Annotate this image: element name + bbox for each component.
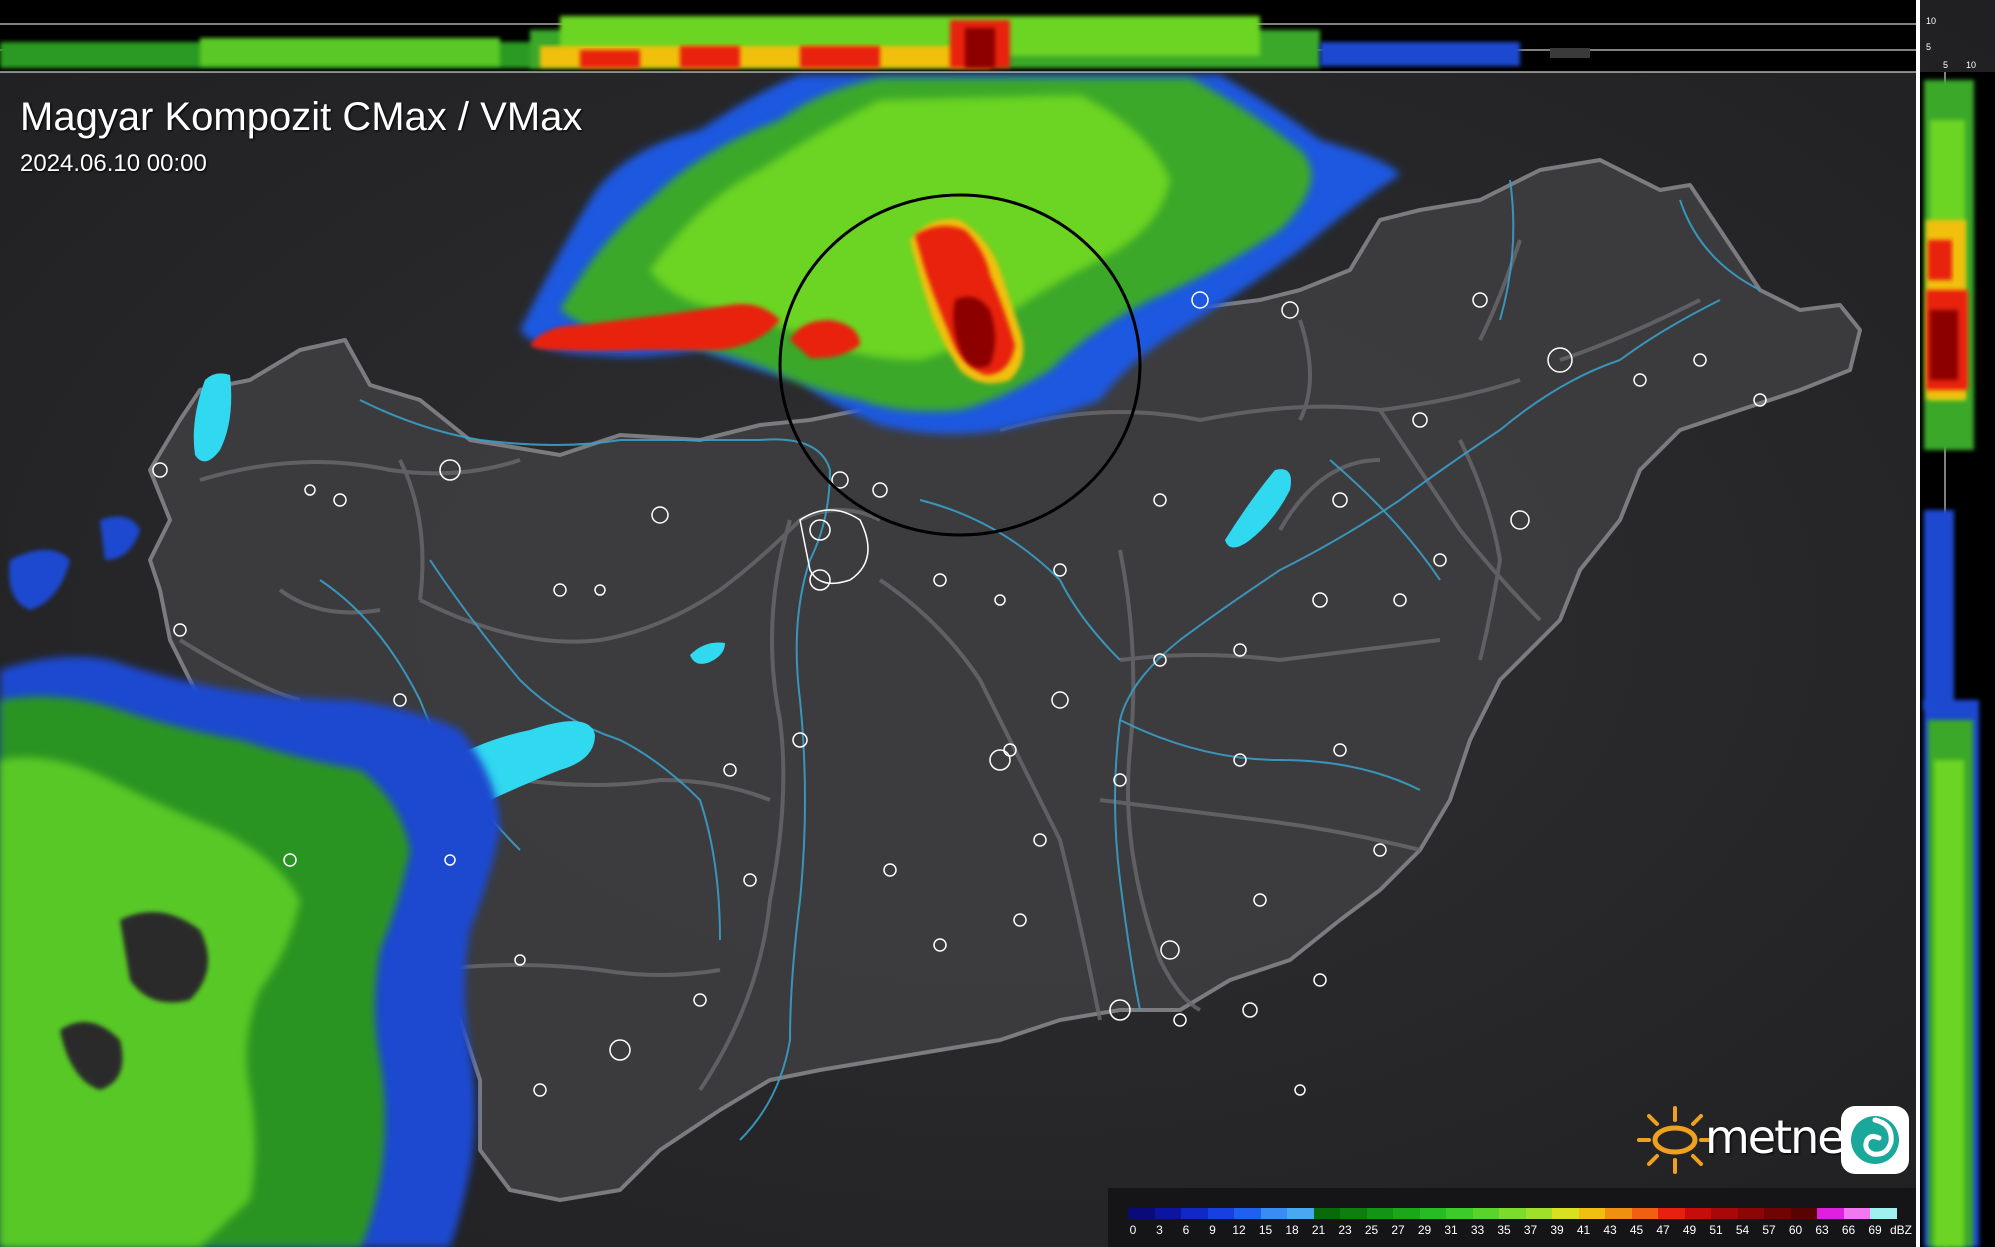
legend-swatch [1552, 1208, 1579, 1219]
reflectivity-legend: 0 3 6 9 12 15 18 21 23 25 27 29 31 33 35 37 39 41 43 45 47 49… [1108, 1188, 1916, 1247]
side-axis-tick-10: 10 [1966, 60, 1977, 70]
legend-swatch [1684, 1208, 1711, 1219]
right-profile-strip [1920, 72, 1995, 1247]
sun-icon [1637, 1106, 1713, 1174]
legend-label: 43 [1603, 1223, 1617, 1237]
legend-swatch [1207, 1208, 1234, 1219]
legend-label: 18 [1285, 1223, 1299, 1237]
legend-label: 45 [1629, 1223, 1644, 1237]
legend-label: 29 [1417, 1223, 1432, 1237]
legend-label: 37 [1523, 1223, 1538, 1237]
legend-swatch [1817, 1208, 1844, 1219]
legend-label: 21 [1311, 1223, 1326, 1237]
legend-label: 15 [1258, 1223, 1273, 1237]
legend-swatch [1737, 1208, 1764, 1219]
top-axis-tick-5: 5 [1926, 42, 1932, 52]
legend-label: 25 [1364, 1223, 1379, 1237]
legend-label: 31 [1444, 1223, 1458, 1237]
legend-swatch [1870, 1208, 1897, 1219]
legend-swatch [1631, 1208, 1658, 1219]
legend-label: 41 [1576, 1223, 1591, 1237]
legend-swatch [1128, 1208, 1155, 1219]
legend-swatch [1419, 1208, 1446, 1219]
legend-swatch [1340, 1208, 1367, 1219]
legend-swatch [1366, 1208, 1393, 1219]
legend-swatch [1790, 1208, 1817, 1219]
legend-swatch [1472, 1208, 1499, 1219]
legend-label: 39 [1550, 1223, 1564, 1237]
legend-label: 33 [1470, 1223, 1485, 1237]
legend-swatch [1313, 1208, 1340, 1219]
legend-swatch [1658, 1208, 1685, 1219]
legend-label: 49 [1682, 1223, 1697, 1237]
legend-label: 60 [1788, 1223, 1803, 1237]
legend-labels: 0 3 6 9 12 15 18 21 23 25 27 29 31 33 35 37 39 41 43 45 47 49… [1128, 1223, 1918, 1241]
legend-swatch [1393, 1208, 1420, 1219]
radar-map [0, 0, 1995, 1247]
legend-label: 66 [1841, 1223, 1856, 1237]
swirl-icon [1841, 1106, 1909, 1174]
legend-label: 63 [1815, 1223, 1829, 1237]
legend-label: 69 [1868, 1223, 1882, 1237]
legend-label: 3 [1156, 1223, 1163, 1237]
legend-swatch [1260, 1208, 1287, 1219]
map-title: Magyar Kompozit CMax / VMax [20, 95, 583, 139]
legend-label: 6 [1182, 1223, 1190, 1237]
legend-swatch [1711, 1208, 1738, 1219]
map-timestamp: 2024.06.10 00:00 [20, 150, 207, 177]
logo-text: metnet [1705, 1110, 1862, 1164]
legend-swatch [1446, 1208, 1473, 1219]
legend-label: 12 [1232, 1223, 1246, 1237]
legend-label: 27 [1391, 1223, 1405, 1237]
top-axis-tick-10: 10 [1926, 16, 1937, 26]
legend-swatch [1287, 1208, 1314, 1219]
legend-swatch [1843, 1208, 1870, 1219]
radar-map-view: Magyar Kompozit CMax / VMax 2024.06.10 0… [0, 0, 1995, 1247]
legend-label: 23 [1338, 1223, 1352, 1237]
legend-swatch [1578, 1208, 1605, 1219]
side-axis-tick-5: 5 [1943, 60, 1949, 70]
legend-unit: dBZ [1890, 1223, 1913, 1237]
legend-label: 47 [1656, 1223, 1670, 1237]
legend-swatch [1181, 1208, 1208, 1219]
legend-swatch [1525, 1208, 1552, 1219]
legend-swatch [1154, 1208, 1181, 1219]
legend-swatch [1605, 1208, 1632, 1219]
metnet-logo: metnet [1635, 1100, 1910, 1180]
legend-label: 51 [1709, 1223, 1723, 1237]
legend-label: 57 [1762, 1223, 1776, 1237]
legend-swatch [1234, 1208, 1261, 1219]
legend-swatch [1499, 1208, 1526, 1219]
legend-label: 0 [1129, 1223, 1137, 1237]
legend-label: 35 [1497, 1223, 1511, 1237]
legend-label: 9 [1209, 1223, 1216, 1237]
legend-swatch [1764, 1208, 1791, 1219]
legend-color-bar [1128, 1208, 1897, 1219]
legend-label: 54 [1735, 1223, 1750, 1237]
